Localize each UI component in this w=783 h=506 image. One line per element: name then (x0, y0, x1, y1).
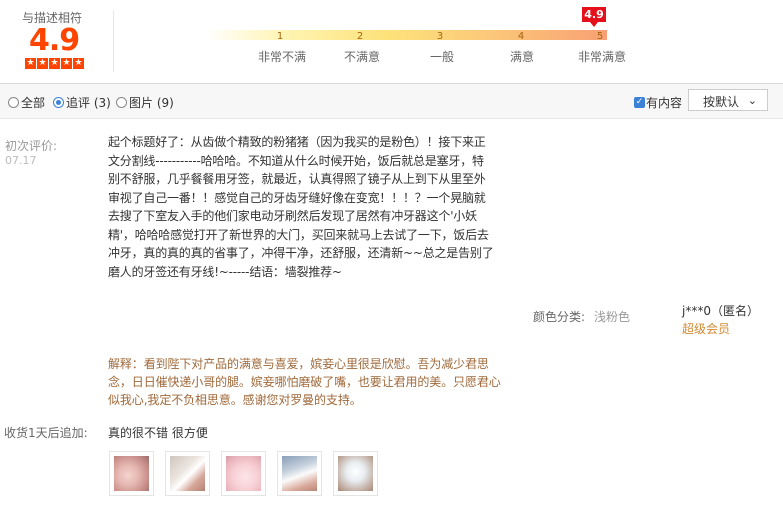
filter-all-label[interactable]: 全部 (21, 94, 45, 111)
review-photo-thumbnail[interactable] (165, 451, 210, 496)
photo-image (170, 456, 205, 491)
photo-image (114, 456, 149, 491)
scale-label: 非常满意 (577, 50, 626, 64)
radio-icon[interactable] (116, 96, 127, 108)
score-marker: 4.9 (582, 7, 606, 22)
review-photo-thumbnail[interactable] (277, 451, 322, 496)
scale-label: 满意 (509, 50, 534, 64)
review-photo-thumbnail[interactable] (221, 451, 266, 496)
reviewer-name: j***0（匿名） (682, 304, 759, 318)
star-icon: ★ (49, 58, 60, 69)
scale-number: 3 (436, 31, 444, 42)
reviewer-member-level[interactable]: 超级会员 (682, 320, 730, 337)
photo-image (226, 456, 261, 491)
scale-number: 2 (356, 31, 364, 42)
sort-dropdown[interactable]: 按默认 ⌄ (688, 89, 768, 111)
score-value: 4.9 (29, 23, 80, 58)
review-text: 起个标题好了：从齿做个精致的粉猪猪（因为我买的是粉色）！接下来正文分割线----… (108, 135, 494, 279)
rating-scale-bar (205, 30, 607, 40)
radio-icon[interactable] (8, 96, 19, 108)
photo-image (338, 456, 373, 491)
review-photo-thumbnail[interactable] (333, 451, 378, 496)
sku-color-key: 颜色分类: (533, 310, 586, 324)
score-marker-pointer (590, 22, 598, 27)
filter-followup-label[interactable]: 追评 (3) (66, 94, 111, 111)
review-photo-thumbnail[interactable] (109, 451, 154, 496)
star-icon: ★ (61, 58, 72, 69)
first-review-date: 07.17 (5, 154, 37, 167)
scale-number: 4 (517, 31, 525, 42)
photo-image (282, 456, 317, 491)
chevron-down-icon[interactable]: ⌄ (748, 94, 757, 107)
sort-label[interactable]: 按默认 (703, 93, 739, 110)
has-content-label[interactable]: 有内容 (646, 94, 682, 111)
radio-selected-icon[interactable] (53, 96, 64, 108)
sku-color-value: 浅粉色 (594, 310, 631, 324)
first-review-label: 初次评价: (5, 139, 58, 153)
scale-number: 5 (596, 31, 604, 42)
scale-label: 非常不满 (257, 50, 306, 64)
scale-number: 1 (276, 31, 284, 42)
filter-images-label[interactable]: 图片 (9) (129, 94, 174, 111)
star-rating: ★ ★ ★ ★ ★ (25, 58, 84, 70)
checkbox-checked-icon[interactable]: ✓ (634, 96, 645, 108)
seller-reply: 解释：看到陛下对产品的满意与喜爱，嫔妾心里很是欣慰。吾为减少君思念，日日催快递小… (108, 357, 501, 407)
divider (113, 10, 114, 72)
scale-label: 一般 (429, 50, 454, 64)
star-icon: ★ (25, 58, 36, 69)
filter-bar: 全部 追评 (3) 图片 (9) ✓ 有内容 按默认 ⌄ (0, 83, 783, 119)
filter-images-radio[interactable]: 图片 (9) (116, 94, 174, 110)
star-icon: ★ (73, 58, 84, 69)
scale-label: 不满意 (343, 50, 380, 64)
followup-label: 收货1天后追加: (4, 426, 88, 440)
filter-followup-radio[interactable]: 追评 (3) (53, 94, 111, 110)
filter-all-radio[interactable]: 全部 (8, 94, 45, 110)
star-icon: ★ (37, 58, 48, 69)
followup-text: 真的很不错 很方便 (108, 426, 208, 440)
has-content-checkbox[interactable]: ✓ 有内容 (634, 94, 682, 110)
